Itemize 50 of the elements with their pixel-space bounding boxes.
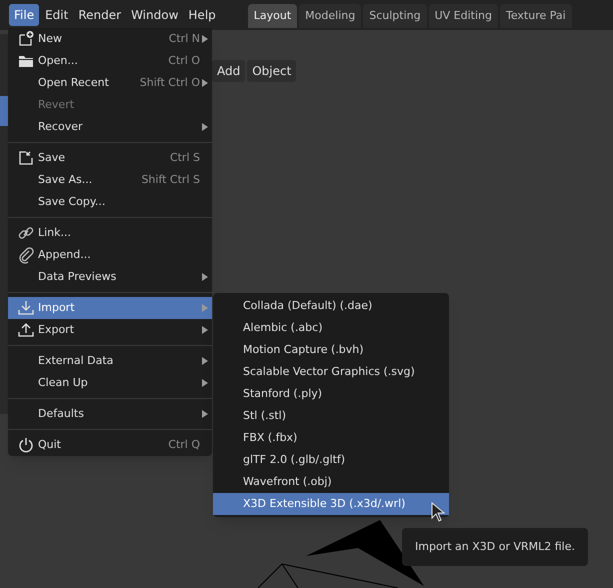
menu-bar-item[interactable]: Window (127, 4, 182, 26)
submenu-item[interactable]: FBX (.fbx) (213, 427, 449, 449)
menu-item[interactable]: External Data (8, 350, 212, 372)
shortcut-label: Shift Ctrl O (140, 74, 200, 91)
power-icon (17, 436, 35, 454)
menu-item[interactable]: Open... Ctrl O (8, 50, 212, 72)
paperclip-icon (17, 246, 35, 264)
header-menu-button[interactable]: Add (212, 60, 246, 82)
tooltip: Import an X3D or VRML2 file. (402, 528, 588, 566)
menu-item[interactable]: Export (8, 319, 212, 341)
menu-item[interactable]: Recover (8, 116, 212, 138)
import-arrow-icon (17, 299, 35, 317)
menu-item[interactable]: Quit Ctrl Q (8, 434, 212, 456)
menu-bar-item[interactable]: Render (74, 4, 126, 26)
shortcut-label: Ctrl S (170, 150, 200, 166)
submenu-item[interactable]: Motion Capture (.bvh) (213, 339, 449, 361)
menu-item[interactable]: Defaults (8, 403, 212, 425)
menu-item[interactable]: Data Previews (8, 266, 212, 288)
shortcut-label: Ctrl Q (168, 436, 200, 453)
submenu-item[interactable]: Alembic (.abc) (213, 317, 449, 339)
shortcut-label: Ctrl O (168, 52, 200, 69)
menu-item[interactable]: Save As... Shift Ctrl S (8, 169, 212, 191)
menu-bar-item[interactable]: Edit (41, 4, 72, 26)
menu-item[interactable]: Append... (8, 244, 212, 266)
submenu-item[interactable]: Scalable Vector Graphics (.svg) (213, 361, 449, 383)
submenu-item[interactable]: Stl (.stl) (213, 405, 449, 427)
menu-item[interactable]: Save Copy... (8, 191, 212, 213)
menu-bar-item[interactable]: File (9, 4, 40, 26)
workspace-tab[interactable]: Texture Pai (500, 4, 572, 28)
header-menu-button[interactable]: Object (247, 60, 296, 82)
submenu-item[interactable]: Stanford (.ply) (213, 383, 449, 405)
export-arrow-icon (17, 321, 35, 339)
menu-bar-item[interactable]: Help (184, 4, 220, 26)
shortcut-label: Ctrl N (168, 30, 200, 47)
save-icon (17, 149, 35, 167)
workspace-tab[interactable]: UV Editing (428, 4, 498, 28)
menu-item[interactable]: Clean Up (8, 372, 212, 394)
menu-item[interactable]: Open Recent Shift Ctrl O (8, 72, 212, 94)
shortcut-label: Shift Ctrl S (141, 172, 200, 188)
workspace-tab[interactable]: Layout (248, 4, 298, 28)
submenu-item[interactable]: X3D Extensible 3D (.x3d/.wrl) (213, 493, 449, 515)
submenu-item[interactable]: Collada (Default) (.dae) (213, 295, 449, 317)
menu-item[interactable]: Save Ctrl S (8, 147, 212, 169)
submenu-item[interactable]: glTF 2.0 (.glb/.gltf) (213, 449, 449, 471)
workspace-tab[interactable]: Sculpting (363, 4, 427, 28)
menu-item[interactable]: Import (8, 297, 212, 319)
submenu-item[interactable]: Wavefront (.obj) (213, 471, 449, 493)
workspace-tab[interactable]: Modeling (299, 4, 362, 28)
menu-item[interactable]: Link... (8, 222, 212, 244)
menu-item[interactable]: New Ctrl N (8, 28, 212, 50)
